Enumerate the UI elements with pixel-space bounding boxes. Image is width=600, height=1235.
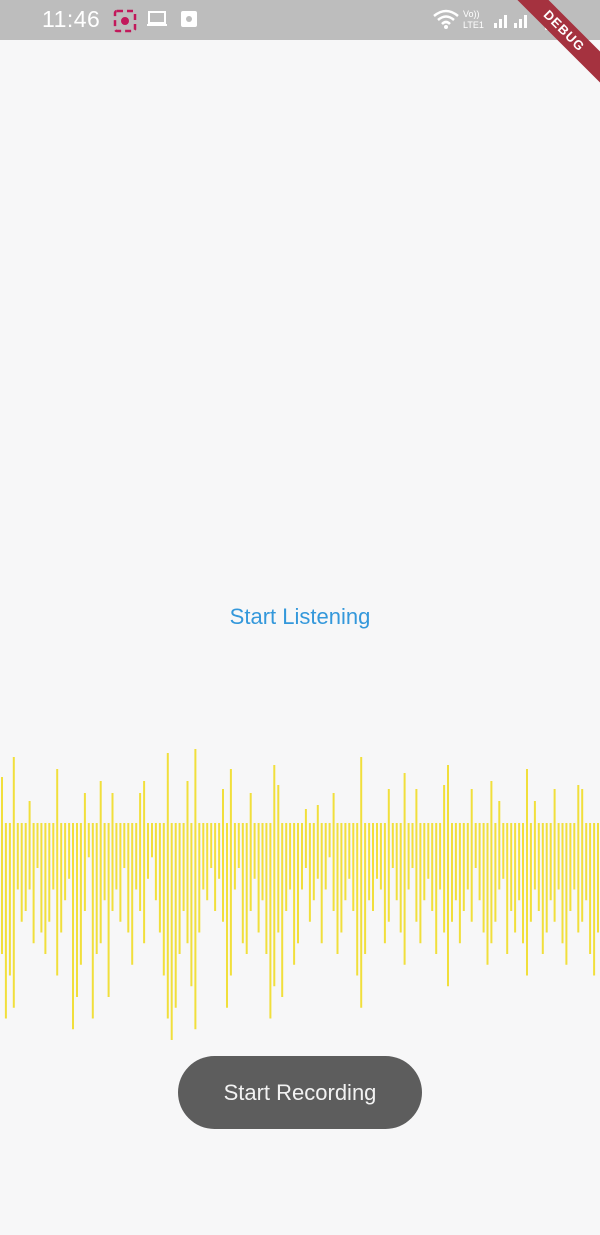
signal-icon	[494, 15, 527, 28]
start-recording-button[interactable]: Start Recording	[178, 1056, 422, 1129]
audio-waveform	[1, 749, 599, 1040]
status-bar: 11:46 Vo)) LTE1	[0, 0, 600, 40]
start-listening-button[interactable]: Start Listening	[0, 604, 600, 630]
status-time: 11:46	[42, 6, 101, 32]
screenshot-icon	[113, 9, 137, 33]
wifi-icon	[433, 9, 459, 29]
laptop-icon	[147, 11, 167, 26]
network-label: Vo)) LTE1	[463, 9, 484, 30]
battery-icon	[545, 10, 555, 30]
media-icon	[181, 11, 197, 27]
